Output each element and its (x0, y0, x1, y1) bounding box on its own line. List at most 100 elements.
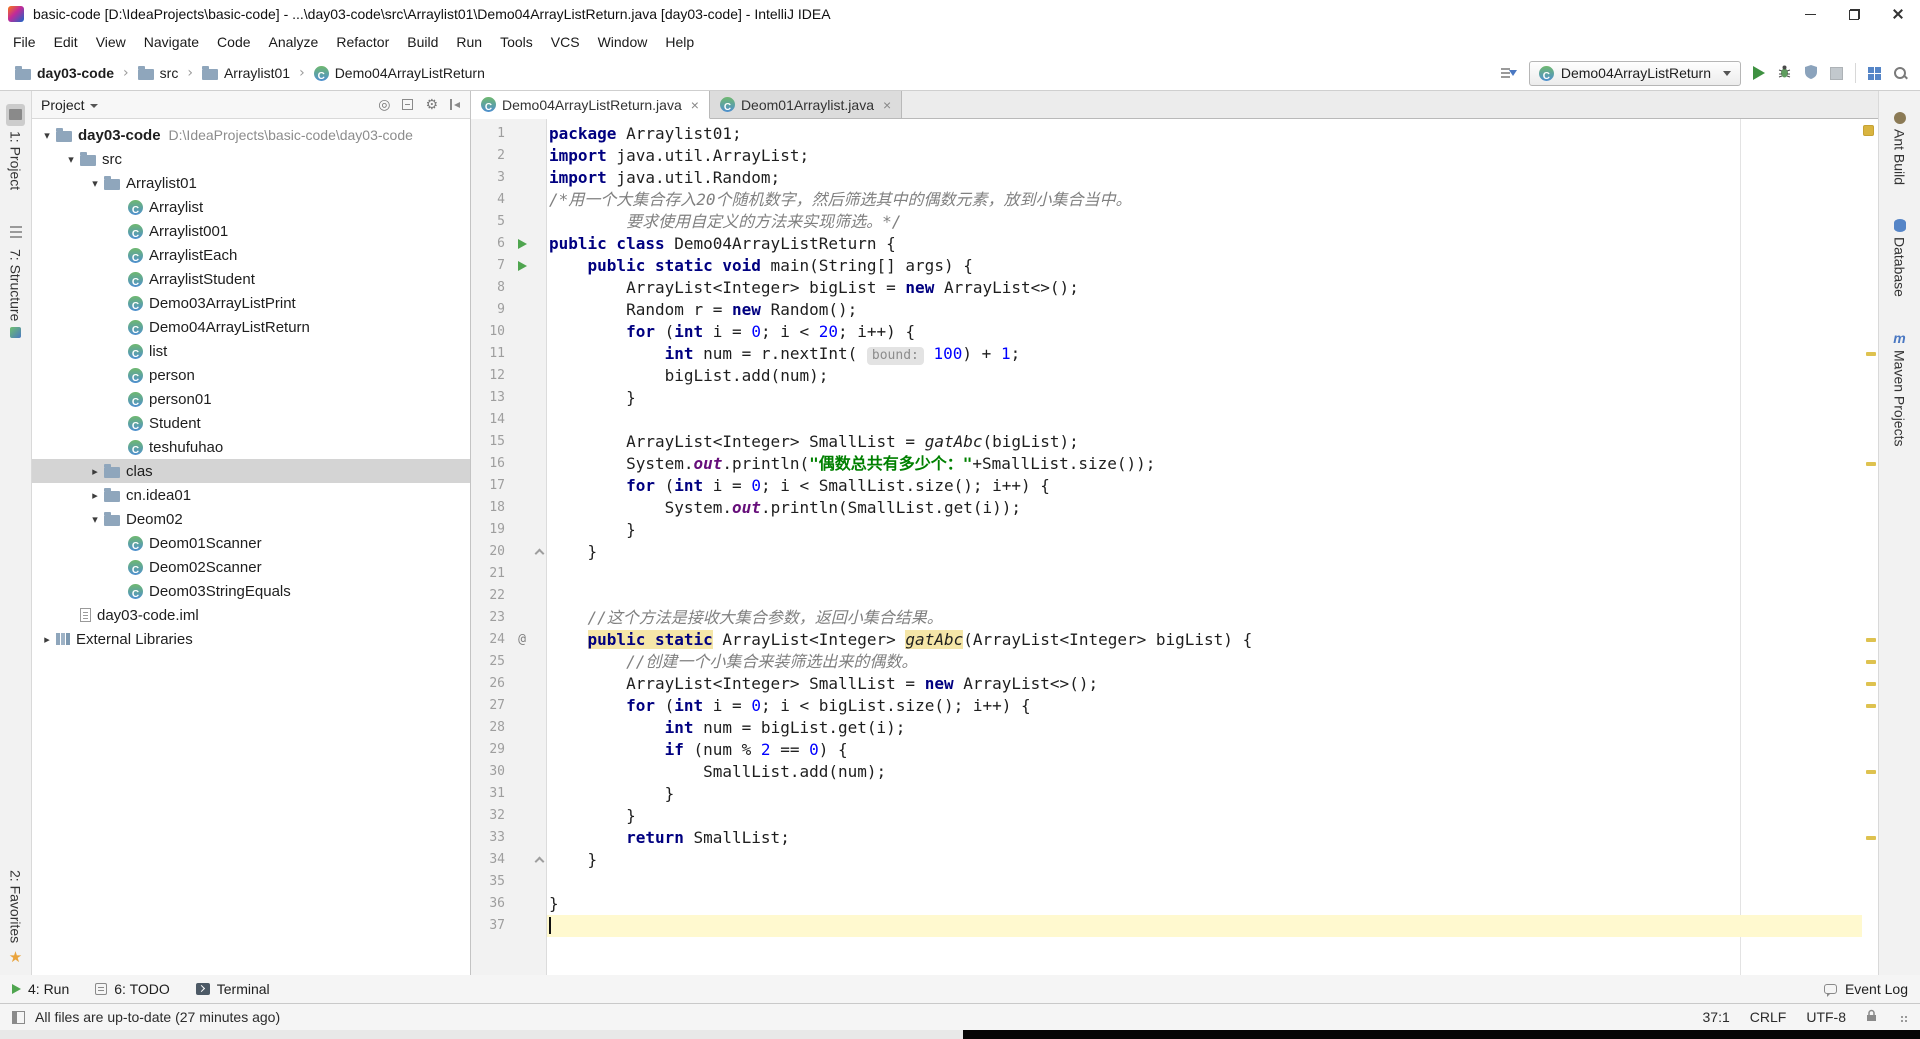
menu-item-tools[interactable]: Tools (491, 31, 542, 53)
fold-marker-icon[interactable] (533, 541, 547, 563)
code-line-6[interactable]: 6 public class Demo04ArrayListReturn { (471, 233, 1862, 255)
code-line-2[interactable]: 2 import java.util.ArrayList; (471, 145, 1862, 167)
tab-close-icon[interactable]: × (691, 97, 699, 113)
menu-item-refactor[interactable]: Refactor (327, 31, 398, 53)
favorites-star-icon[interactable]: ★ (9, 950, 22, 965)
tree-item-External Libraries[interactable]: ▸ External Libraries (32, 627, 470, 651)
breadcrumb-item-Arraylist01[interactable]: Arraylist01 (199, 63, 293, 83)
menu-item-build[interactable]: Build (398, 31, 447, 53)
chevron-down-icon[interactable]: ▾ (38, 129, 56, 142)
inspection-indicator[interactable] (1863, 125, 1874, 136)
code-line-33[interactable]: 33 return SmallList; (471, 827, 1862, 849)
locate-icon[interactable]: ◎ (378, 97, 390, 113)
stripe-button-database[interactable]: Database (1890, 216, 1910, 300)
tree-item-Arraylist[interactable]: Arraylist (32, 195, 470, 219)
code-line-16[interactable]: 16 System.out.println("偶数总共有多少个："+SmallL… (471, 453, 1862, 475)
tree-item-cn.idea01[interactable]: ▸ cn.idea01 (32, 483, 470, 507)
tree-item-src[interactable]: ▾ src (32, 147, 470, 171)
code-line-12[interactable]: 12 bigList.add(num); (471, 365, 1862, 387)
annotation-gutter-icon[interactable]: @ (511, 629, 533, 651)
sort-scheme-icon[interactable] (1500, 66, 1517, 80)
code-editor[interactable]: 1 package Arraylist01; 2 import java.util.A… (471, 119, 1878, 975)
close-button[interactable] (1876, 0, 1920, 28)
chevron-down-icon[interactable] (89, 103, 98, 108)
menu-item-navigate[interactable]: Navigate (135, 31, 208, 53)
tree-item-person[interactable]: person (32, 363, 470, 387)
code-line-19[interactable]: 19 } (471, 519, 1862, 541)
tree-item-ArraylistEach[interactable]: ArraylistEach (32, 243, 470, 267)
menu-item-file[interactable]: File (4, 31, 45, 53)
warning-stripe-mark[interactable] (1866, 462, 1876, 466)
fold-marker-icon[interactable] (533, 849, 547, 871)
chevron-down-icon[interactable]: ▾ (86, 513, 104, 526)
hide-panel-icon[interactable] (450, 99, 461, 110)
debug-button[interactable] (1777, 64, 1792, 82)
toolwindow-event-log[interactable]: Event Log (1823, 981, 1908, 997)
editor-tab-Deom01Arraylist.java[interactable]: Deom01Arraylist.java × (709, 91, 903, 118)
code-line-4[interactable]: 4 /*用一个大集合存入20个随机数字，然后筛选其中的偶数元素，放到小集合当中。 (471, 189, 1862, 211)
code-line-22[interactable]: 22 (471, 585, 1862, 607)
chevron-right-icon[interactable]: ▸ (86, 465, 104, 478)
code-line-11[interactable]: 11 int num = r.nextInt( bound: 100) + 1; (471, 343, 1862, 365)
code-line-24[interactable]: 24 @ public static ArrayList<Integer> gat… (471, 629, 1862, 651)
code-line-31[interactable]: 31 } (471, 783, 1862, 805)
readonly-lock-icon[interactable] (1866, 1009, 1877, 1025)
code-line-27[interactable]: 27 for (int i = 0; i < bigList.size(); i… (471, 695, 1862, 717)
code-line-29[interactable]: 29 if (num % 2 == 0) { (471, 739, 1862, 761)
warning-stripe-mark[interactable] (1866, 770, 1876, 774)
run-gutter-icon[interactable] (511, 255, 533, 277)
tree-item-Demo04ArrayListReturn[interactable]: Demo04ArrayListReturn (32, 315, 470, 339)
stripe-button-project[interactable]: 1: Project (4, 101, 27, 193)
code-line-21[interactable]: 21 (471, 563, 1862, 585)
tree-item-Deom01Scanner[interactable]: Deom01Scanner (32, 531, 470, 555)
tree-item-day03-code.iml[interactable]: day03-code.iml (32, 603, 470, 627)
run-button[interactable] (1753, 66, 1765, 80)
warning-stripe-mark[interactable] (1866, 682, 1876, 686)
code-line-7[interactable]: 7 public static void main(String[] args)… (471, 255, 1862, 277)
code-line-15[interactable]: 15 ArrayList<Integer> SmallList = gatAbc… (471, 431, 1862, 453)
tree-item-Deom02[interactable]: ▾ Deom02 (32, 507, 470, 531)
menu-item-window[interactable]: Window (589, 31, 657, 53)
code-line-5[interactable]: 5 要求使用自定义的方法来实现筛选。*/ (471, 211, 1862, 233)
editor-tab-Demo04ArrayListReturn.java[interactable]: Demo04ArrayListReturn.java × (471, 91, 710, 119)
collapse-all-icon[interactable] (402, 99, 414, 110)
stripe-button-maven[interactable]: m Maven Projects (1890, 328, 1910, 449)
code-line-34[interactable]: 34 } (471, 849, 1862, 871)
tree-item-Arraylist01[interactable]: ▾ Arraylist01 (32, 171, 470, 195)
code-line-23[interactable]: 23 //这个方法是接收大集合参数，返回小集合结果。 (471, 607, 1862, 629)
code-line-13[interactable]: 13 } (471, 387, 1862, 409)
restore-button[interactable] (1832, 0, 1876, 28)
project-panel-title[interactable]: Project (41, 97, 85, 113)
code-line-26[interactable]: 26 ArrayList<Integer> SmallList = new Ar… (471, 673, 1862, 695)
tree-item-clas[interactable]: ▸ clas (32, 459, 470, 483)
tree-item-Deom03StringEquals[interactable]: Deom03StringEquals (32, 579, 470, 603)
tree-item-ArraylistStudent[interactable]: ArraylistStudent (32, 267, 470, 291)
toolwindow-toggle-icon[interactable] (12, 1010, 25, 1024)
menu-item-code[interactable]: Code (208, 31, 259, 53)
run-configuration-select[interactable]: Demo04ArrayListReturn (1528, 60, 1741, 86)
menu-item-run[interactable]: Run (447, 31, 491, 53)
toolwindow-run[interactable]: 4: Run (12, 981, 69, 997)
breadcrumb-item-Demo04ArrayListReturn[interactable]: Demo04ArrayListReturn (311, 63, 488, 83)
stop-button[interactable] (1830, 66, 1843, 80)
tree-item-day03-code[interactable]: ▾ day03-code D:\IdeaProjects\basic-code\da… (32, 123, 470, 147)
code-line-35[interactable]: 35 (471, 871, 1862, 893)
stripe-button-ant-build[interactable]: Ant Build (1890, 109, 1910, 188)
warning-stripe-mark[interactable] (1866, 638, 1876, 642)
chevron-down-icon[interactable]: ▾ (62, 153, 80, 166)
warning-stripe-mark[interactable] (1866, 660, 1876, 664)
run-gutter-icon[interactable] (511, 233, 533, 255)
menu-item-analyze[interactable]: Analyze (260, 31, 328, 53)
chevron-down-icon[interactable]: ▾ (86, 177, 104, 190)
tree-item-teshufuhao[interactable]: teshufuhao (32, 435, 470, 459)
tab-close-icon[interactable]: × (883, 97, 891, 113)
warning-stripe-mark[interactable] (1866, 704, 1876, 708)
code-line-17[interactable]: 17 for (int i = 0; i < SmallList.size();… (471, 475, 1862, 497)
breadcrumb-item-src[interactable]: src (135, 63, 182, 83)
code-line-30[interactable]: 30 SmallList.add(num); (471, 761, 1862, 783)
project-structure-icon[interactable] (1868, 66, 1881, 80)
gear-icon[interactable]: ⚙ (425, 97, 438, 113)
captures-tool-icon[interactable] (10, 326, 21, 338)
coverage-button[interactable] (1804, 64, 1818, 82)
menu-item-edit[interactable]: Edit (45, 31, 87, 53)
